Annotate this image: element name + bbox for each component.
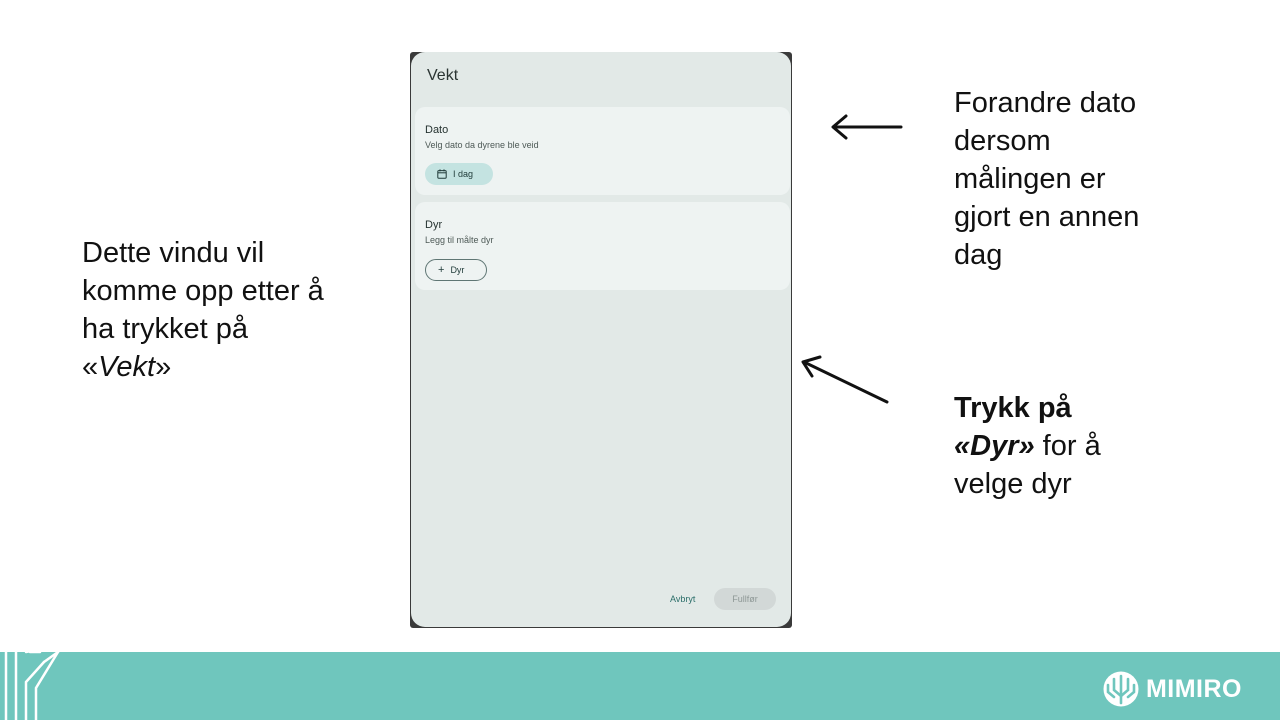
right-top-line1: Forandre dato <box>954 87 1137 119</box>
left-annotation-line1: Dette vindu vil <box>82 237 265 269</box>
date-card-title: Dato <box>425 124 449 136</box>
brand-logo: MIMIRO <box>1102 670 1242 708</box>
right-bottom-line1: Trykk på <box>954 389 1194 427</box>
right-top-line2: dersom <box>954 125 1051 157</box>
animals-card: Dyr Legg til målte dyr + Dyr <box>415 202 790 290</box>
add-animal-label: Dyr <box>450 265 465 275</box>
footer-band: MIMIRO <box>0 652 1280 720</box>
right-top-line3: målingen er <box>954 163 1106 195</box>
animals-card-subtitle: Legg til målte dyr <box>425 235 494 245</box>
calendar-icon <box>437 169 447 179</box>
dialog-title: Vekt <box>427 67 459 84</box>
right-bottom-annotation: Trykk på «Dyr» for å velge dyr <box>954 389 1194 503</box>
plus-icon: + <box>438 263 445 276</box>
left-annotation: Dette vindu vil komme opp etter å ha try… <box>82 234 382 386</box>
right-top-line5: dag <box>954 239 1003 271</box>
quote-word: Vekt <box>98 351 156 383</box>
date-card-subtitle: Velg dato da dyrene ble veid <box>425 140 539 150</box>
today-chip-label: I dag <box>453 169 474 179</box>
brand-name: MIMIRO <box>1145 674 1242 703</box>
mimiro-tree-icon <box>1103 671 1139 707</box>
finish-button-label: Fullfør <box>732 594 758 604</box>
right-bottom-line2: «Dyr» for å <box>954 427 1194 465</box>
cancel-button[interactable]: Avbryt <box>670 594 695 604</box>
add-animal-button[interactable]: + Dyr <box>425 259 487 281</box>
left-annotation-line2: komme opp etter å <box>82 275 324 307</box>
circuit-lines-decoration <box>4 652 60 720</box>
arrow-to-date-icon <box>831 114 903 140</box>
right-bottom-quote: «Dyr» <box>954 430 1035 462</box>
phone-screenshot: Vekt Dato Velg dato da dyrene ble veid I… <box>410 52 792 628</box>
right-bottom-line3: velge dyr <box>954 468 1072 500</box>
quote-open: « <box>82 351 99 383</box>
left-annotation-line4: «Vekt» <box>82 348 382 386</box>
left-annotation-line3: ha trykket på <box>82 313 249 345</box>
quote-close: » <box>155 351 172 383</box>
animals-card-title: Dyr <box>425 219 443 231</box>
finish-button[interactable]: Fullfør <box>714 588 776 610</box>
arrow-to-dyr-icon <box>801 355 889 404</box>
right-top-annotation: Forandre dato dersom målingen er gjort e… <box>954 84 1194 274</box>
right-bottom-bold: Trykk på <box>954 392 1072 424</box>
weight-dialog: Vekt Dato Velg dato da dyrene ble veid I… <box>411 52 791 627</box>
date-card: Dato Velg dato da dyrene ble veid I dag <box>415 107 790 195</box>
today-chip[interactable]: I dag <box>425 163 493 185</box>
right-bottom-rest: for å <box>1034 430 1101 462</box>
right-top-line4: gjort en annen <box>954 201 1140 233</box>
